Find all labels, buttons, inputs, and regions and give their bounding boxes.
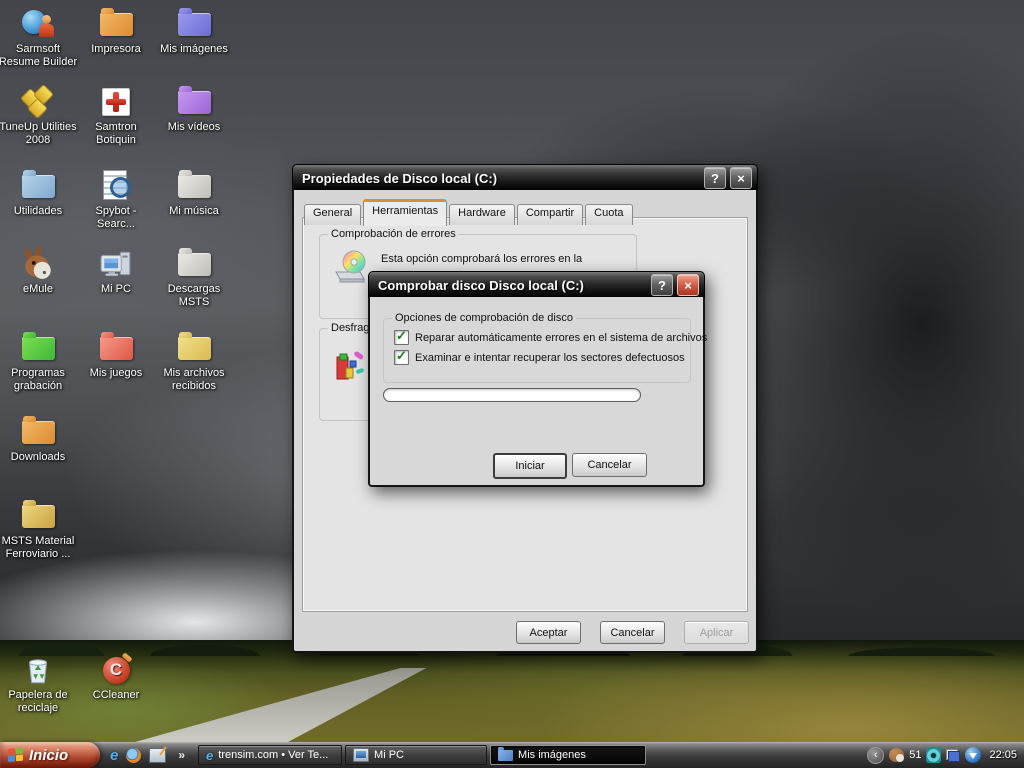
tab-general[interactable]: General [304, 204, 361, 225]
recycle-bin-icon [0, 652, 82, 688]
checkbox-row-scan: Examinar e intentar recuperar los sector… [394, 350, 685, 365]
quick-launch: » [100, 748, 192, 763]
close-button[interactable]: × [730, 167, 752, 189]
check-options-group: Opciones de comprobación de disco Repara… [383, 318, 691, 383]
folder-icon [150, 246, 238, 282]
system-tray: ‹ 51 22:05 [867, 747, 1024, 764]
webcam-tray-icon[interactable] [926, 748, 941, 763]
repair-checkbox[interactable] [394, 330, 409, 345]
aceptar-button[interactable]: Aceptar [516, 621, 581, 644]
iniciar-button[interactable]: Iniciar [493, 453, 567, 479]
desktop-icon-programas-grabacion[interactable]: Programas grabación [0, 330, 82, 393]
cancelar-button[interactable]: Cancelar [600, 621, 665, 644]
taskbar-button-mis-imagenes[interactable]: Mis imágenes [490, 745, 646, 765]
start-button[interactable]: Inicio [0, 742, 100, 768]
spybot-icon [72, 168, 160, 204]
emule-count: 51 [909, 749, 921, 761]
desktop-icon-tuneup-utilities[interactable]: TuneUp Utilities 2008 [0, 84, 82, 147]
first-aid-icon [72, 84, 160, 120]
defrag-icon [332, 349, 370, 387]
help-button[interactable]: ? [704, 167, 726, 189]
desktop: Sarmsoft Resume Builder Impresora Mis im… [0, 0, 1024, 768]
desktop-icon-mis-juegos[interactable]: Mis juegos [72, 330, 160, 380]
checkbox-label[interactable]: Examinar e intentar recuperar los sector… [415, 352, 685, 364]
desktop-icon-downloads[interactable]: Downloads [0, 414, 82, 464]
close-button[interactable]: × [677, 274, 699, 296]
desktop-icon-descargas-msts[interactable]: Descargas MSTS [150, 246, 238, 309]
folder-icon [0, 414, 82, 450]
internet-explorer-icon[interactable] [110, 748, 118, 763]
my-computer-icon [72, 246, 160, 282]
hidden-icons-chevron[interactable]: ‹ [867, 747, 884, 764]
title-bar[interactable]: Comprobar disco Disco local (C:) ? × [368, 271, 705, 298]
desktop-icon-mis-archivos-recibidos[interactable]: Mis archivos recibidos [150, 330, 238, 393]
folder-icon [150, 330, 238, 366]
checkbox-row-repair: Reparar automáticamente errores en el si… [394, 330, 707, 345]
aplicar-button[interactable]: Aplicar [684, 621, 749, 644]
desktop-icon-sarmsoft-resume-builder[interactable]: Sarmsoft Resume Builder [0, 6, 82, 69]
taskbar-button-mi-pc[interactable]: Mi PC [345, 745, 487, 765]
disk-check-icon [332, 248, 372, 286]
folder-icon [150, 6, 238, 42]
desktop-icon-mis-imagenes[interactable]: Mis imágenes [150, 6, 238, 56]
tab-strip: General Herramientas Hardware Compartir … [304, 199, 633, 225]
desktop-icon-emule[interactable]: eMule [0, 246, 82, 296]
folder-icon [150, 168, 238, 204]
folder-icon [72, 6, 160, 42]
folder-icon [0, 498, 82, 534]
folder-icon [0, 330, 82, 366]
firefox-icon[interactable] [126, 748, 141, 763]
window-body: Opciones de comprobación de disco Repara… [368, 297, 705, 487]
help-button[interactable]: ? [651, 274, 673, 296]
desktop-icon-msts-material-ferroviario[interactable]: MSTS Material Ferroviario ... [0, 498, 82, 561]
tuneup-icon [0, 84, 82, 120]
my-computer-icon [353, 748, 369, 762]
internet-explorer-icon [206, 748, 213, 763]
desktop-icon-papelera-de-reciclaje[interactable]: Papelera de reciclaje [0, 652, 82, 715]
quick-launch-overflow-chevron[interactable]: » [174, 748, 185, 762]
taskbar-button-trensim[interactable]: trensim.com • Ver Te... [198, 745, 342, 765]
folder-icon [0, 168, 82, 204]
window-title: Propiedades de Disco local (C:) [298, 171, 700, 186]
check-disk-window: Comprobar disco Disco local (C:) ? × Opc… [368, 271, 705, 487]
emule-donkey-icon [0, 246, 82, 282]
scan-sectors-checkbox[interactable] [394, 350, 409, 365]
tab-compartir[interactable]: Compartir [517, 204, 583, 225]
desktop-icon-mi-musica[interactable]: Mi música [150, 168, 238, 218]
start-label: Inicio [29, 747, 68, 764]
desktop-icon-mi-pc[interactable]: Mi PC [72, 246, 160, 296]
desktop-icon-samtron-botiquin[interactable]: Samtron Botiquin [72, 84, 160, 147]
show-desktop-icon[interactable] [149, 748, 166, 763]
title-bar[interactable]: Propiedades de Disco local (C:) ? × [292, 164, 758, 191]
window-title: Comprobar disco Disco local (C:) [374, 278, 647, 293]
desktop-icon-utilidades[interactable]: Utilidades [0, 168, 82, 218]
ccleaner-icon [72, 652, 160, 688]
dialog-buttons: Aceptar Cancelar Aplicar [516, 621, 749, 644]
updates-tray-icon[interactable] [946, 749, 960, 762]
emule-tray-icon[interactable] [889, 748, 904, 762]
download-tray-icon[interactable] [965, 747, 981, 763]
clock[interactable]: 22:05 [989, 749, 1017, 761]
tab-hardware[interactable]: Hardware [449, 204, 515, 225]
tab-cuota[interactable]: Cuota [585, 204, 632, 225]
checkbox-label[interactable]: Reparar automáticamente errores en el si… [415, 332, 707, 344]
progress-bar [383, 388, 641, 402]
desktop-icon-impresora[interactable]: Impresora [72, 6, 160, 56]
folder-icon [72, 330, 160, 366]
folder-icon [150, 84, 238, 120]
cancelar-button[interactable]: Cancelar [572, 453, 647, 477]
desktop-icon-ccleaner[interactable]: CCleaner [72, 652, 160, 702]
desktop-icon-spybot[interactable]: Spybot - Searc... [72, 168, 160, 231]
taskbar-buttons: trensim.com • Ver Te... Mi PC Mis imágen… [198, 745, 646, 765]
folder-icon [498, 750, 513, 761]
windows-flag-icon [7, 747, 24, 763]
tab-herramientas[interactable]: Herramientas [363, 199, 447, 226]
taskbar: Inicio » trensim.com • Ver Te... Mi PC M… [0, 742, 1024, 768]
globe-person-icon [0, 6, 82, 42]
desktop-icon-mis-videos[interactable]: Mis vídeos [150, 84, 238, 134]
